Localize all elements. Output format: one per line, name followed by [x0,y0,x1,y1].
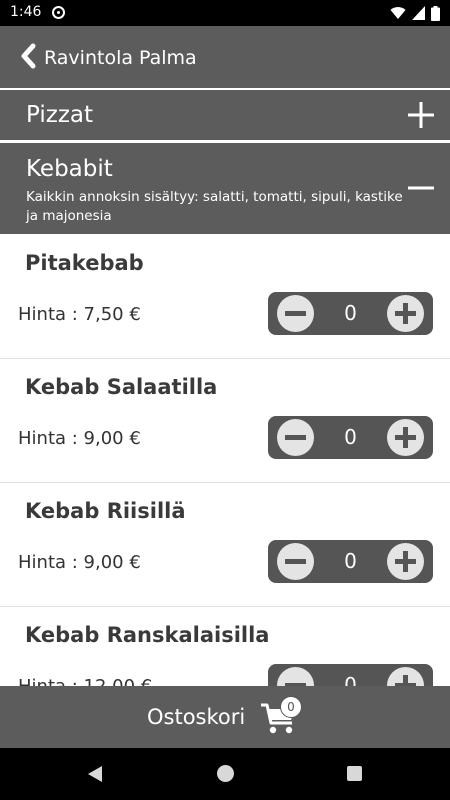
decrease-button[interactable] [277,295,314,332]
app-bar: Ravintola Palma [0,26,450,88]
decrease-button[interactable] [277,543,314,580]
product-price: Hinta : 7,50 € [18,304,141,325]
product-price: Hinta : 9,00 € [18,552,141,573]
cart-label: Ostoskori [147,705,246,729]
category-title: Kebabit [26,156,113,182]
nav-recents-icon[interactable] [347,766,362,781]
quantity-stepper: 0 [268,292,433,335]
product-name: Pitakebab [25,251,144,275]
increase-button[interactable] [387,543,424,580]
category-description: Kaikkin annoksin sisältyy: salatti, toma… [26,189,403,224]
decrease-button[interactable] [277,419,314,456]
product-name: Kebab Ranskalaisilla [25,623,270,647]
product-item: Pitakebab Hinta : 7,50 € 0 [0,235,450,359]
category-title: Pizzat [26,102,94,128]
category-pizzat[interactable]: Pizzat [0,90,450,140]
signal-icon [412,6,425,20]
cart-button[interactable]: Ostoskori 0 [0,686,450,748]
product-item: Kebab Salaatilla Hinta : 9,00 € 0 [0,359,450,483]
battery-icon [431,5,440,21]
quantity-stepper: 0 [268,540,433,583]
quantity-stepper: 0 [268,416,433,459]
minus-icon[interactable] [408,175,434,201]
status-bar: 1:46 [0,0,450,26]
increase-button[interactable] [387,295,424,332]
status-time: 1:46 [10,4,42,20]
category-kebabit[interactable]: Kebabit Kaikkin annoksin sisältyy: salat… [0,143,450,234]
system-nav-bar [0,748,450,800]
quantity-value: 0 [344,549,357,573]
plus-icon[interactable] [408,102,434,128]
app-notification-icon [52,6,65,19]
quantity-value: 0 [344,425,357,449]
nav-home-icon[interactable] [217,765,234,782]
product-name: Kebab Riisillä [25,499,186,523]
cart-count-badge: 0 [280,696,302,718]
wifi-icon [390,7,406,20]
product-item: Kebab Riisillä Hinta : 9,00 € 0 [0,483,450,607]
product-price: Hinta : 9,00 € [18,428,141,449]
nav-back-icon[interactable] [86,765,104,783]
quantity-value: 0 [344,301,357,325]
page-title: Ravintola Palma [44,47,197,69]
increase-button[interactable] [387,419,424,456]
chevron-left-icon[interactable] [16,43,40,69]
product-name: Kebab Salaatilla [25,375,218,399]
status-icons [390,5,440,21]
